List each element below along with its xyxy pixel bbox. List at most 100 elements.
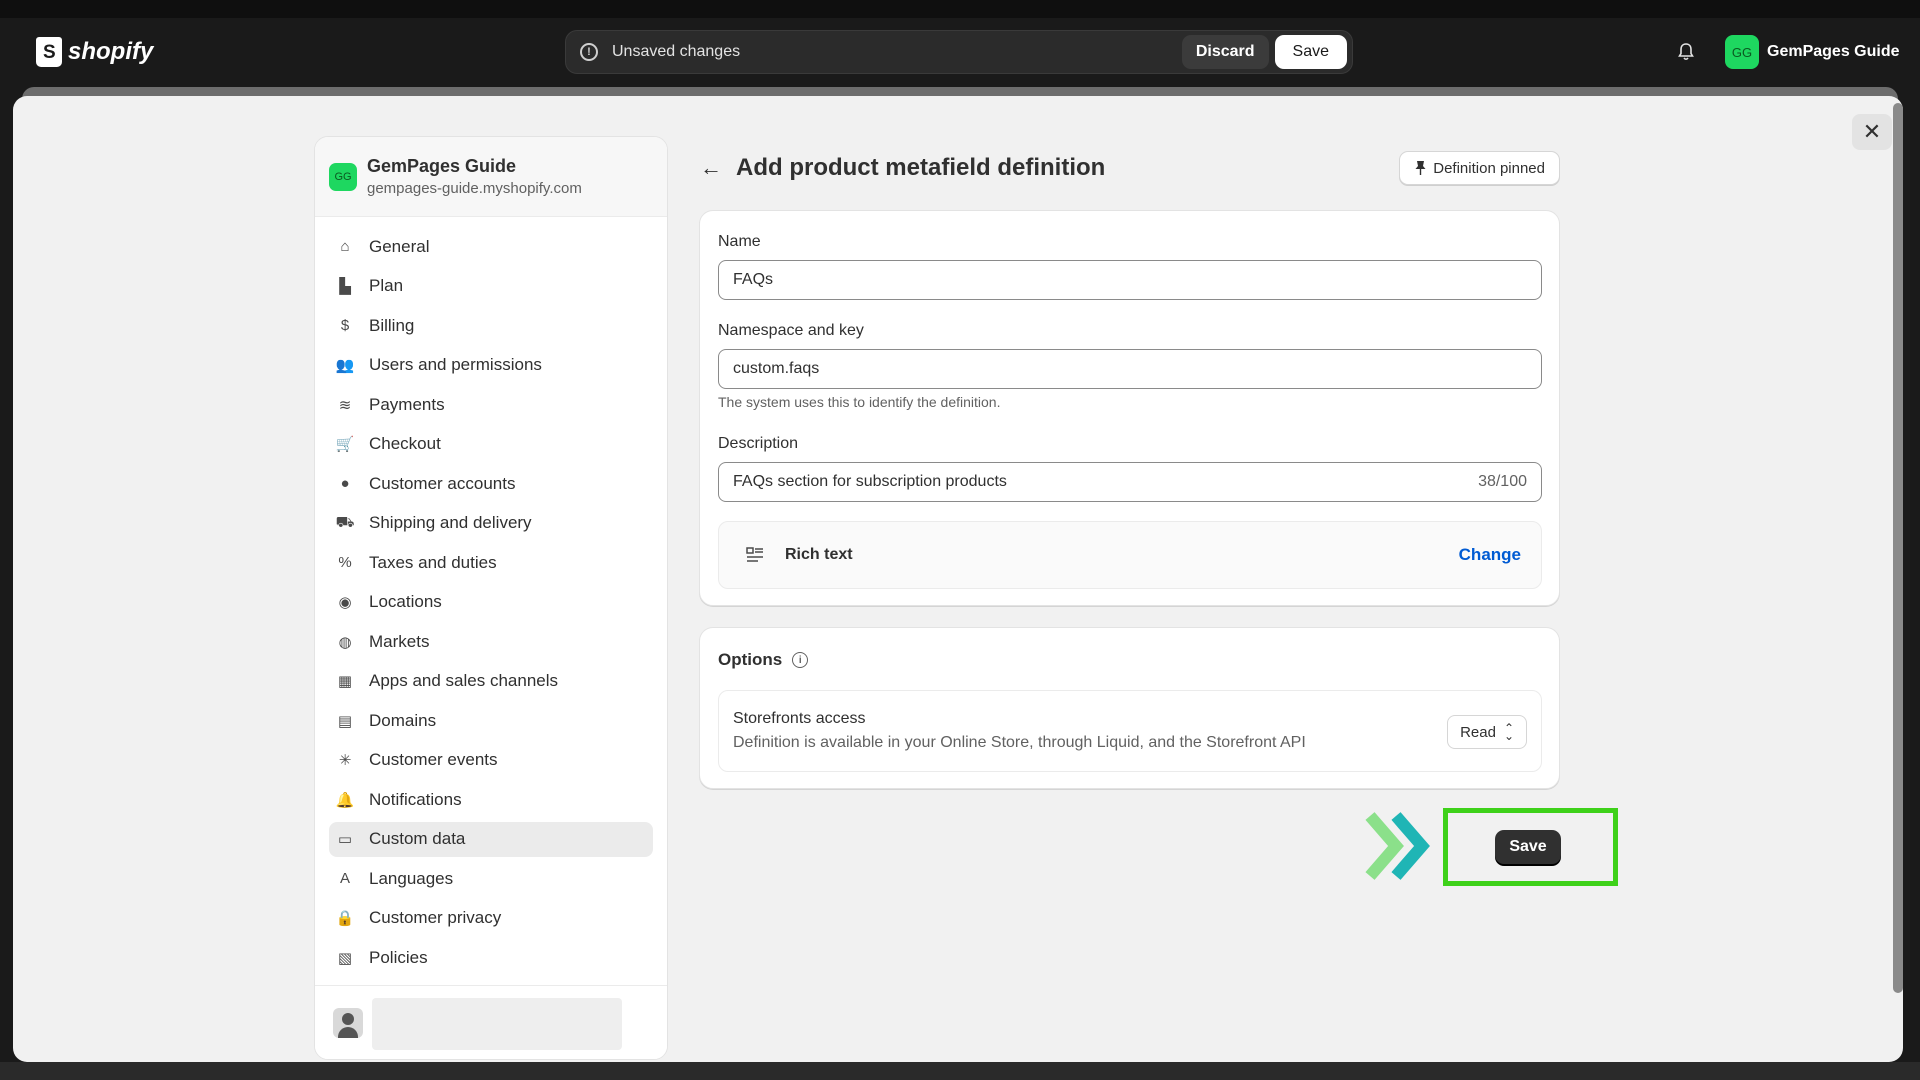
- options-title: Options: [718, 650, 783, 669]
- taxes-icon: %: [338, 554, 352, 571]
- change-type-link[interactable]: Change: [1459, 545, 1521, 565]
- page-header: ← Add product metafield definition Defin…: [700, 148, 1560, 188]
- lock-icon: 🔒: [335, 910, 355, 927]
- notification-bell-icon[interactable]: [1676, 42, 1696, 62]
- sidebar-item-markets[interactable]: ◍ Markets: [329, 624, 653, 659]
- store-name: GemPages Guide: [367, 156, 517, 176]
- sidebar-item-checkout[interactable]: 🛒 Checkout: [329, 427, 653, 462]
- plan-icon: ▙: [339, 278, 351, 295]
- info-icon[interactable]: i: [792, 652, 809, 668]
- truck-icon: ⛟: [335, 513, 355, 531]
- sidebar-item-policies[interactable]: ▧ Policies: [329, 940, 653, 975]
- access-select[interactable]: Read ⌃ ⌄: [1447, 715, 1527, 749]
- account-menu[interactable]: GG GemPages Guide: [1725, 35, 1900, 69]
- storefronts-title: Storefronts access: [733, 710, 866, 727]
- type-row: Rich text Change: [718, 521, 1542, 589]
- sidebar-item-shipping-and-delivery[interactable]: ⛟ Shipping and delivery: [329, 506, 653, 541]
- sidebar-item-payments[interactable]: ≋ Payments: [329, 387, 653, 422]
- domains-icon: ▤: [337, 712, 353, 730]
- namespace-label: Namespace and key: [718, 322, 864, 339]
- description-label: Description: [718, 435, 799, 452]
- sidebar-item-label: Users and permissions: [369, 355, 542, 374]
- sidebar-item-label: Locations: [369, 592, 442, 611]
- description-field[interactable]: FAQs section for subscription products 3…: [718, 462, 1542, 502]
- options-card: Options i Storefronts access Definition …: [699, 627, 1560, 789]
- shopify-logo[interactable]: shopify: [36, 36, 153, 68]
- namespace-help-text: The system uses this to identify the def…: [718, 394, 1001, 410]
- name-field[interactable]: FAQs: [718, 260, 1542, 300]
- store-header[interactable]: GG GemPages Guide gempages-guide.myshopi…: [315, 137, 667, 217]
- sidebar-item-label: Shipping and delivery: [369, 513, 532, 532]
- sidebar-item-languages[interactable]: A Languages: [329, 861, 653, 896]
- settings-nav: ⌂ General ▙ Plan $ Billing 👥 Users and permissi…: [315, 217, 667, 975]
- account-avatar: GG: [1725, 35, 1759, 69]
- storefronts-access-row: Storefronts access Definition is availab…: [718, 690, 1542, 772]
- custom-data-icon: ▭: [337, 831, 353, 848]
- sidebar-item-label: General: [369, 236, 430, 256]
- save-button[interactable]: Save: [1495, 830, 1561, 864]
- languages-icon: A: [339, 870, 350, 887]
- sidebar-item-general[interactable]: ⌂ General: [329, 229, 653, 264]
- sidebar-item-customer-accounts[interactable]: ● Customer accounts: [329, 466, 653, 501]
- sidebar-footer: [315, 985, 667, 1059]
- unsaved-changes-text: Unsaved changes: [612, 43, 741, 60]
- store-url: gempages-guide.myshopify.com: [367, 180, 582, 197]
- top-edge: [0, 0, 1920, 18]
- sidebar-item-apps-and-sales-channels[interactable]: ▦ Apps and sales channels: [329, 664, 653, 699]
- sidebar-item-label: Checkout: [369, 434, 441, 453]
- bottom-strip: [0, 1062, 1920, 1080]
- settings-sidebar: GG GemPages Guide gempages-guide.myshopi…: [314, 136, 668, 1060]
- sidebar-item-label: Custom data: [369, 829, 466, 848]
- cart-icon: 🛒: [335, 436, 355, 453]
- bell-icon: 🔔: [335, 791, 355, 809]
- sidebar-item-label: Billing: [369, 315, 415, 335]
- sidebar-item-label: Domains: [369, 710, 437, 730]
- payments-icon: ≋: [338, 396, 352, 414]
- sidebar-item-label: Taxes and duties: [369, 552, 497, 572]
- type-label: Rich text: [785, 546, 853, 563]
- sidebar-item-label: Policies: [369, 947, 428, 967]
- store-avatar: GG: [329, 162, 357, 191]
- character-counter: 38/100: [1478, 473, 1527, 490]
- sidebar-item-domains[interactable]: ▤ Domains: [329, 703, 653, 738]
- save-button-top[interactable]: Save: [1274, 35, 1347, 69]
- back-arrow-icon[interactable]: ←: [700, 155, 736, 181]
- sidebar-item-notifications[interactable]: 🔔 Notifications: [329, 782, 653, 817]
- sidebar-item-customer-privacy[interactable]: 🔒 Customer privacy: [329, 901, 653, 936]
- billing-icon: $: [340, 317, 350, 334]
- sidebar-item-users-and-permissions[interactable]: 👥 Users and permissions: [329, 348, 653, 383]
- unsaved-changes-bar: ! Unsaved changes Discard Save: [565, 30, 1353, 74]
- sidebar-item-label: Customer privacy: [369, 908, 502, 927]
- store-icon: ⌂: [340, 238, 350, 255]
- sidebar-item-plan[interactable]: ▙ Plan: [329, 269, 653, 304]
- location-icon: ◉: [338, 594, 352, 611]
- sidebar-item-label: Plan: [369, 276, 404, 295]
- shopify-bag-icon: [36, 37, 62, 67]
- sidebar-item-custom-data[interactable]: ▭ Custom data: [329, 821, 653, 857]
- sidebar-item-billing[interactable]: $ Billing: [329, 308, 653, 343]
- sidebar-item-label: Customer events: [369, 750, 498, 769]
- page-title: Add product metafield definition: [736, 154, 1106, 181]
- account-name: GemPages Guide: [1767, 43, 1900, 60]
- sidebar-item-label: Apps and sales channels: [369, 671, 559, 690]
- name-label: Name: [718, 233, 761, 250]
- namespace-key-field[interactable]: custom.faqs: [718, 349, 1542, 389]
- sidebar-item-label: Notifications: [369, 789, 462, 809]
- user-avatar[interactable]: [333, 1008, 363, 1038]
- sidebar-item-label: Customer accounts: [369, 473, 516, 493]
- sidebar-item-taxes-and-duties[interactable]: % Taxes and duties: [329, 545, 653, 580]
- sidebar-item-customer-events[interactable]: ✳ Customer events: [329, 743, 653, 778]
- discard-button[interactable]: Discard: [1181, 35, 1269, 69]
- users-icon: 👥: [335, 357, 355, 374]
- events-icon: ✳: [338, 752, 352, 769]
- pinned-label: Definition pinned: [1433, 159, 1545, 177]
- definition-pinned-button[interactable]: Definition pinned: [1399, 151, 1560, 185]
- brand-text: shopify: [68, 38, 154, 65]
- definition-card: Name FAQs Namespace and key custom.faqs …: [699, 210, 1560, 606]
- access-value: Read: [1460, 723, 1496, 741]
- scrollbar[interactable]: [1893, 103, 1903, 993]
- sidebar-item-locations[interactable]: ◉ Locations: [329, 585, 653, 620]
- storefronts-description: Definition is available in your Online S…: [733, 734, 1306, 751]
- pin-icon: [1415, 161, 1426, 175]
- close-icon[interactable]: ✕: [1852, 114, 1892, 150]
